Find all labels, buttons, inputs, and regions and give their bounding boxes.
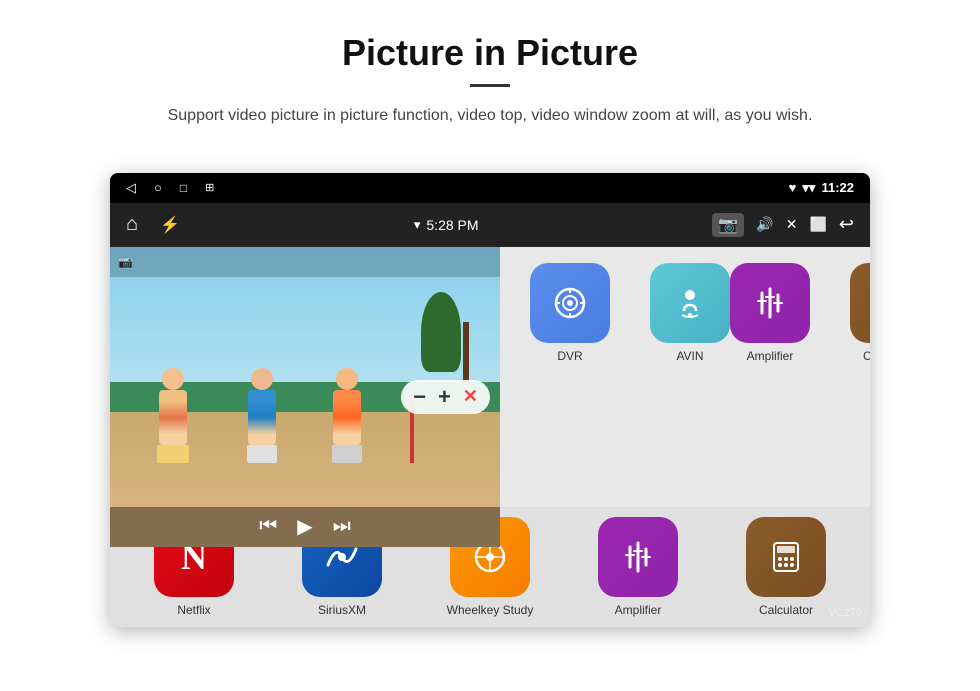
location-icon: ♥ [789,180,797,195]
page-title: Picture in Picture [60,32,920,74]
app-wheelkey-label: Wheelkey Study [447,603,534,617]
app-bar: ⌂ ⚡ ▾ 5:28 PM 📷 🔊 ✕ ⬜ ↩ [110,203,870,247]
app-calculator-container[interactable]: Calculator [736,517,836,617]
pip-play-btn[interactable]: ▶ [297,514,312,539]
app-amplifier2-icon[interactable] [730,263,810,343]
wifi-status-icon: ▾▾ [802,180,815,196]
app-amplifier-label: Amplifier [615,603,662,617]
app-avin-icon[interactable] [650,263,730,343]
page-header: Picture in Picture Support video picture… [0,0,980,149]
home-nav-icon[interactable]: ○ [154,180,162,195]
home-icon[interactable]: ⌂ [126,213,138,236]
app-dvr-container[interactable]: DVR [520,263,620,363]
app-bar-left: ⌂ ⚡ [126,213,180,236]
status-bar: ◁ ○ □ ⊞ ♥ ▾▾ 11:22 [110,173,870,203]
app-calculator-label: Calculator [759,603,813,617]
app-bar-center: ▾ 5:28 PM [414,217,479,233]
pip-zoom-plus[interactable]: + [438,384,451,410]
top-apps-row: DVR AVIN [520,263,740,363]
page-subtitle: Support video picture in picture functio… [100,103,880,129]
close-pip-icon[interactable]: ✕ [786,216,798,233]
pip-camera-icon: 📷 [118,255,133,269]
pip-close-btn[interactable]: ✕ [463,386,478,407]
back-icon[interactable]: ↩ [839,214,854,235]
window-icon[interactable]: ⬜ [809,216,826,233]
recents-nav-icon[interactable]: □ [180,181,187,195]
pip-bottom-controls: ⏮ ▶ ⏭ [110,507,500,547]
app-calculator2-icon[interactable] [850,263,870,343]
pip-zoom-controls[interactable]: − + ✕ [401,380,490,414]
pip-next-btn[interactable]: ⏭ [333,515,351,538]
app-bar-right: 📷 🔊 ✕ ⬜ ↩ [712,213,854,237]
volume-icon[interactable]: 🔊 [756,216,773,233]
second-top-apps: Amplifier [720,263,870,363]
app-dvr-label: DVR [557,349,582,363]
device-frame: ◁ ○ □ ⊞ ♥ ▾▾ 11:22 ⌂ ⚡ ▾ 5:28 PM 📷 🔊 ✕ ⬜… [110,173,870,627]
wifi-icon: ▾ [414,217,421,233]
screenshot-icon: ⊞ [205,181,214,194]
back-nav-icon[interactable]: ◁ [126,180,136,196]
pip-zoom-minus[interactable]: − [413,384,426,410]
appbar-time: 5:28 PM [426,217,478,233]
app-netflix-label: Netflix [177,603,210,617]
app-amplifier2-label: Amplifier [747,349,794,363]
app-siriusxm-label: SiriusXM [318,603,366,617]
app-calculator-icon[interactable] [746,517,826,597]
main-content: 📷 − + ✕ ⏮ ▶ ⏭ [110,247,870,627]
app-calculator2-label: Calculator [863,349,870,363]
pip-prev-btn[interactable]: ⏮ [259,515,277,538]
app-amplifier2-container[interactable]: Amplifier [720,263,820,363]
status-bar-left: ◁ ○ □ ⊞ [126,180,214,196]
app-amplifier-container[interactable]: Amplifier [588,517,688,617]
camera-icon[interactable]: 📷 [712,213,744,237]
app-avin-label: AVIN [676,349,703,363]
pip-overlay[interactable]: 📷 − + ✕ ⏮ ▶ ⏭ [110,247,500,547]
app-dvr-icon[interactable] [530,263,610,343]
pip-controls-bar: 📷 [110,247,500,277]
status-time: 11:22 [821,180,854,195]
status-bar-right: ♥ ▾▾ 11:22 [789,180,854,196]
title-divider [470,84,510,87]
app-amplifier-icon[interactable] [598,517,678,597]
app-calculator2-container[interactable]: Calculator [840,263,870,363]
usb-icon: ⚡ [160,215,180,235]
watermark: VC279 [828,607,862,619]
